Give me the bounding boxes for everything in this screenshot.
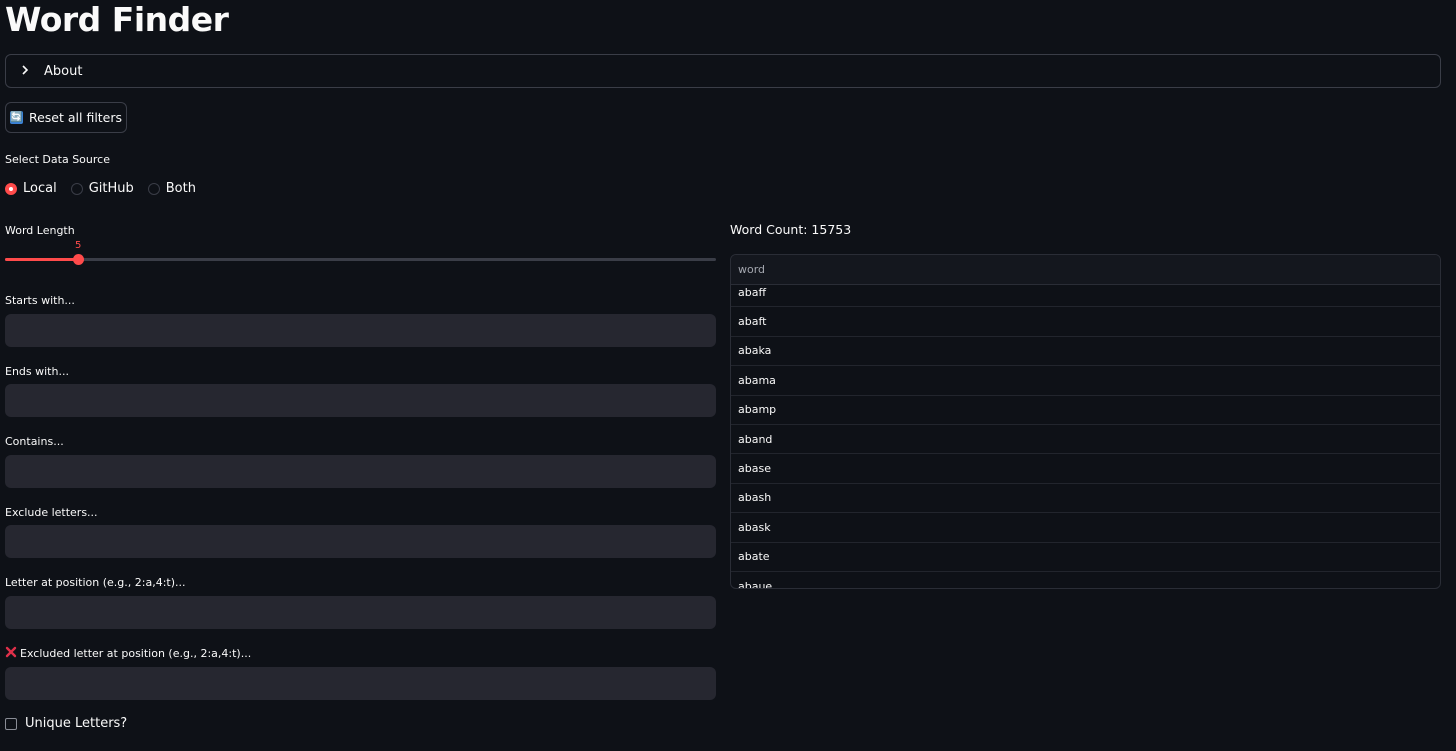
table-row[interactable]: abask (731, 513, 1440, 543)
slider-thumb[interactable] (73, 254, 84, 265)
exclude-letters-input[interactable] (5, 525, 716, 558)
reset-filters-button[interactable]: 🔄 Reset all filters (5, 102, 127, 133)
cross-mark-icon (5, 646, 17, 661)
table-row[interactable]: abaff (731, 285, 1440, 308)
slider-fill (5, 258, 78, 261)
data-source-radio-group: Local GitHub Both (5, 181, 196, 196)
ends-with-input[interactable] (5, 384, 716, 417)
radio-label-github: GitHub (88, 181, 134, 196)
about-label: About (44, 63, 83, 79)
radio-label-local: Local (23, 181, 57, 196)
word-length-label: Word Length (5, 224, 75, 237)
excluded-position-label: Excluded letter at position (e.g., 2:a,4… (20, 647, 252, 660)
data-source-label: Select Data Source (5, 153, 110, 166)
reset-filters-label: Reset all filters (28, 110, 123, 125)
table-row[interactable]: abaka (731, 337, 1440, 367)
word-length-slider[interactable]: 5 (5, 240, 716, 270)
table-rows: abaff abaft abaka abama abamp aband abase abash… (731, 285, 1440, 588)
table-row[interactable]: aband (731, 425, 1440, 455)
slider-track[interactable] (5, 258, 716, 261)
table-column-header[interactable]: word (731, 255, 1440, 285)
radio-checked-icon (5, 182, 17, 195)
letter-position-input[interactable] (5, 596, 716, 629)
refresh-icon: 🔄 (9, 111, 23, 124)
table-body[interactable]: abaff abaft abaka abama abamp aband abase abash… (731, 285, 1440, 588)
contains-input[interactable] (5, 455, 716, 488)
radio-option-both[interactable]: Both (147, 181, 196, 196)
unique-letters-label: Unique Letters? (25, 716, 128, 731)
chevron-right-icon (20, 64, 34, 79)
table-row[interactable]: abamp (731, 396, 1440, 425)
excluded-position-label-row: Excluded letter at position (e.g., 2:a,4… (5, 646, 251, 661)
letter-position-label: Letter at position (e.g., 2:a,4:t)... (5, 576, 186, 589)
slider-value: 5 (75, 240, 82, 251)
about-expander[interactable]: About (5, 54, 1441, 88)
checkbox-unchecked-icon (5, 717, 17, 730)
exclude-letters-label: Exclude letters... (5, 506, 98, 519)
word-count: Word Count: 15753 (730, 222, 852, 237)
table-row[interactable]: abase (731, 454, 1440, 484)
app-page: Word Finder About 🔄 Reset all filters Se… (0, 0, 1456, 751)
radio-unchecked-icon (147, 182, 160, 195)
word-results-table[interactable]: word abaff abaft abaka abama abamp aband abase… (730, 254, 1441, 589)
ends-with-label: Ends with... (5, 365, 69, 378)
radio-option-local[interactable]: Local (5, 181, 57, 196)
radio-label-both: Both (165, 181, 196, 196)
excluded-position-input[interactable] (5, 667, 716, 700)
contains-label: Contains... (5, 435, 64, 448)
table-row[interactable]: abaue (731, 572, 1440, 588)
radio-option-github[interactable]: GitHub (70, 181, 134, 196)
unique-letters-checkbox[interactable]: Unique Letters? (5, 716, 127, 731)
radio-unchecked-icon (70, 182, 83, 195)
starts-with-input[interactable] (5, 314, 716, 347)
table-row[interactable]: abama (731, 366, 1440, 396)
table-row[interactable]: abaft (731, 307, 1440, 337)
table-row[interactable]: abate (731, 543, 1440, 572)
starts-with-label: Starts with... (5, 294, 75, 307)
table-row[interactable]: abash (731, 484, 1440, 514)
page-title: Word Finder (5, 0, 229, 39)
